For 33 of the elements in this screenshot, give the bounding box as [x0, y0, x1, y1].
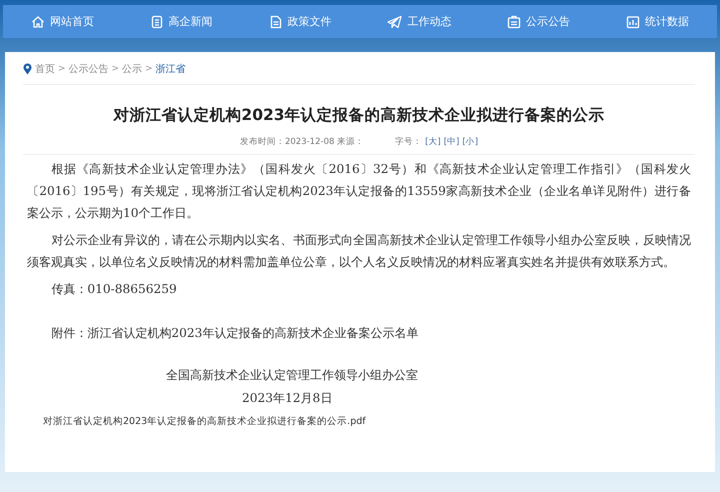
- paragraph: 根据《高新技术企业认定管理办法》（国科发火〔2016〕32号）和《高新技术企业认定管理工作指引》（国科发火〔2016〕195号）有关规定，现将浙江省认定机构2023年认定报备的13559家高新技术企业（企业名单详见附件）进行备案公示，公示期为10个工作日。: [27, 161, 691, 222]
- nav-link[interactable]: 网站首页: [24, 11, 100, 32]
- breadcrumb-link[interactable]: 公示: [122, 62, 142, 76]
- article-title: 对浙江省认定机构2023年认定报备的高新技术企业拟进行备案的公示: [112, 105, 606, 126]
- breadcrumb-link[interactable]: 公示公告: [68, 62, 109, 76]
- nav-link[interactable]: 统计数据: [620, 11, 696, 32]
- paragraph: 对公示企业有异议的，请在公示期内以实名、书面形式向全国高新技术企业认定管理工作领导小组办公室反映，反映情况须客观真实，以单位名义反映情况的材料需加盖单位公章，以个人名义反映情况的材料应署真实姓名并提供有效联系方式。: [27, 232, 691, 271]
- file-link[interactable]: 对浙江省认定机构2023年认定报备的高新技术企业拟进行备案的公示.pdf: [27, 411, 691, 433]
- font-size-link[interactable]: [中]: [444, 136, 460, 148]
- home-icon: [30, 14, 45, 28]
- signature: 全国高新技术企业认定管理工作领导小组办公室: [165, 367, 419, 384]
- location-pin-icon: [23, 63, 32, 75]
- nav-link[interactable]: 高企新闻: [144, 11, 219, 32]
- clipboard-icon: [507, 14, 522, 28]
- breadcrumb-link[interactable]: 浙江省: [156, 62, 186, 76]
- breadcrumb-separator: >: [112, 64, 120, 74]
- chart-icon: [626, 14, 640, 28]
- nav-link[interactable]: 政策文件: [262, 11, 338, 32]
- signature-date: 2023年12月8日: [241, 390, 334, 407]
- paragraph: 传真：010-88656259: [50, 281, 178, 298]
- font-size-label: 字号：: [395, 136, 422, 148]
- breadcrumb-link[interactable]: 首页: [35, 62, 55, 76]
- attachment-note: 附件：浙江省认定机构2023年认定报备的高新技术企业备案公示名单: [50, 325, 420, 342]
- publish-info: 发布时间：2023-12-08 来源：: [240, 136, 364, 148]
- file-icon: [268, 14, 283, 28]
- nav-link[interactable]: 公示公告: [501, 11, 576, 32]
- breadcrumb-separator: >: [145, 64, 153, 74]
- font-size-link[interactable]: [小]: [462, 136, 478, 148]
- font-size-link[interactable]: [大]: [425, 136, 441, 148]
- nav-link[interactable]: 工作动态: [381, 11, 458, 32]
- paper-plane-icon: [387, 14, 402, 28]
- document-icon: [150, 14, 164, 28]
- breadcrumb-separator: >: [58, 64, 66, 74]
